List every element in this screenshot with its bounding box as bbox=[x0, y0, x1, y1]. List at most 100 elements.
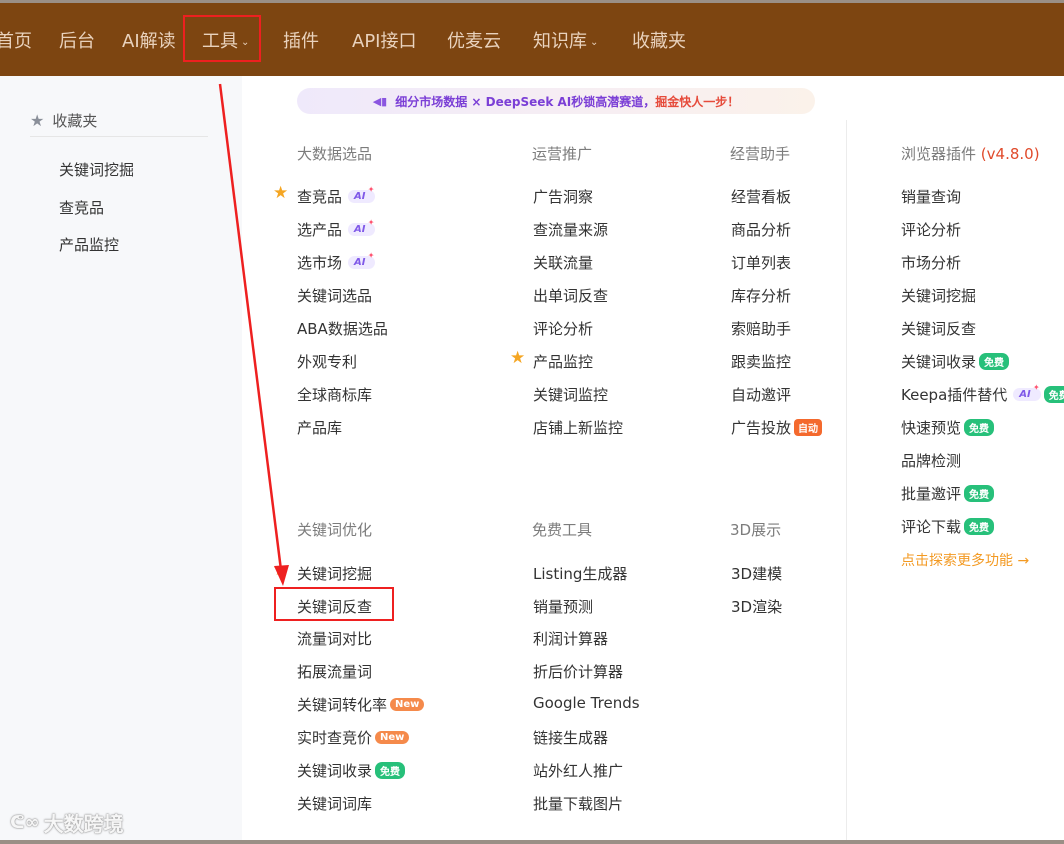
explore-more-link[interactable]: 点击探索更多功能 → bbox=[901, 550, 1029, 570]
ai-badge: AI bbox=[1013, 383, 1041, 401]
menu-item-sales-forecast[interactable]: 销量预测 bbox=[533, 596, 593, 617]
menu-item-hijack-monitor[interactable]: 跟卖监控 bbox=[731, 351, 791, 372]
nav-youmaiyun[interactable]: 优麦云 bbox=[447, 27, 501, 53]
promo-banner[interactable]: ◀▮ 细分市场数据 × DeepSeek AI秒锁高潜赛道， 掘金快人一步！ bbox=[297, 88, 815, 114]
menu-item-dashboard[interactable]: 经营看板 bbox=[731, 186, 791, 207]
menu-item-brand-check[interactable]: 品牌检测 bbox=[901, 450, 961, 471]
menu-item-keyword-library[interactable]: 关键词词库 bbox=[297, 793, 372, 814]
free-badge: 免费 bbox=[964, 518, 995, 535]
plugin-version: (v4.8.0) bbox=[980, 145, 1040, 163]
menu-item-3d-render[interactable]: 3D渲染 bbox=[731, 596, 782, 617]
menu-item-select-market[interactable]: 选市场 AI bbox=[297, 251, 376, 273]
menu-item-profit-calculator[interactable]: 利润计算器 bbox=[533, 628, 608, 649]
menu-item-discount-calculator[interactable]: 折后价计算器 bbox=[533, 661, 623, 682]
annotation-box-tools bbox=[183, 15, 261, 62]
nav-api[interactable]: API接口 bbox=[352, 27, 416, 53]
menu-item-design-patent[interactable]: 外观专利 bbox=[297, 351, 357, 372]
nav-ai-interpret[interactable]: AI解读 bbox=[122, 27, 176, 53]
nav-home[interactable]: 首页 bbox=[0, 27, 32, 53]
menu-item-plugin-keyword-mining[interactable]: 关键词挖掘 bbox=[901, 285, 976, 306]
menu-item-label: 关键词收录 bbox=[297, 762, 373, 780]
menu-item-bulk-image-download[interactable]: 批量下载图片 bbox=[533, 793, 623, 814]
menu-item-label: 实时查竞价 bbox=[297, 729, 373, 747]
menu-item-google-trends[interactable]: Google Trends bbox=[533, 694, 640, 712]
favorites-sidebar bbox=[0, 76, 242, 844]
menu-item-product-analysis[interactable]: 商品分析 bbox=[731, 219, 791, 240]
menu-item-inventory-analysis[interactable]: 库存分析 bbox=[731, 285, 791, 306]
menu-item-label: 关键词收录 bbox=[901, 353, 977, 371]
section-title-3d: 3D展示 bbox=[730, 521, 782, 539]
menu-item-label: 批量邀评 bbox=[901, 485, 962, 503]
menu-item-keepa-alternative[interactable]: Keepa插件替代 AI免费 bbox=[901, 383, 1064, 405]
menu-item-traffic-source[interactable]: 查流量来源 bbox=[533, 219, 608, 240]
promo-banner-text: 细分市场数据 × DeepSeek AI秒锁高潜赛道， bbox=[395, 94, 656, 109]
menu-item-plugin-keyword-reverse[interactable]: 关键词反查 bbox=[901, 318, 976, 339]
nav-knowledge-label: 知识库 bbox=[533, 31, 587, 52]
menu-item-claim-assistant[interactable]: 索赔助手 bbox=[731, 318, 791, 339]
menu-item-auto-review-request[interactable]: 自动邀评 bbox=[731, 384, 791, 405]
menu-item-ad-placement[interactable]: 广告投放 自动 bbox=[731, 417, 823, 438]
menu-item-order-list[interactable]: 订单列表 bbox=[731, 252, 791, 273]
menu-item-listing-generator[interactable]: Listing生成器 bbox=[533, 563, 627, 584]
menu-item-label: 评论下载 bbox=[901, 518, 962, 536]
menu-item-plugin-keyword-index[interactable]: 关键词收录 免费 bbox=[901, 351, 1010, 372]
menu-item-keyword-index[interactable]: 关键词收录 免费 bbox=[297, 760, 406, 781]
column-divider bbox=[846, 120, 847, 840]
plugin-title-label: 浏览器插件 bbox=[901, 145, 977, 163]
menu-item-ad-insight[interactable]: 广告洞察 bbox=[533, 186, 593, 207]
sidebar-item-keyword-mining[interactable]: 关键词挖掘 bbox=[59, 159, 134, 180]
favorites-header: ★ 收藏夹 bbox=[30, 110, 97, 131]
free-badge: 免费 bbox=[1043, 386, 1064, 403]
menu-item-label: Keepa插件替代 bbox=[901, 386, 1008, 404]
menu-item-3d-modeling[interactable]: 3D建模 bbox=[731, 563, 782, 584]
star-icon: ★ bbox=[30, 111, 45, 130]
star-icon: ★ bbox=[273, 183, 289, 203]
menu-item-influencer-promotion[interactable]: 站外红人推广 bbox=[533, 760, 623, 781]
menu-item-keyword-monitor[interactable]: 关键词监控 bbox=[533, 384, 608, 405]
watermark-text: 大数跨境 bbox=[43, 812, 124, 836]
new-badge: New bbox=[390, 698, 425, 711]
menu-item-traffic-keyword-compare[interactable]: 流量词对比 bbox=[297, 628, 372, 649]
menu-item-aba-selection[interactable]: ABA数据选品 bbox=[297, 318, 388, 339]
top-nav-bar: 首页 后台 AI解读 工具 ⌄ 插件 API接口 优麦云 知识库 ⌄ 收藏夹 bbox=[0, 0, 1064, 76]
menu-item-trademark-db[interactable]: 全球商标库 bbox=[297, 384, 372, 405]
nav-backend[interactable]: 后台 bbox=[59, 27, 95, 53]
menu-item-keyword-mining[interactable]: 关键词挖掘 bbox=[297, 563, 372, 584]
promo-banner-highlight: 掘金快人一步！ bbox=[655, 94, 740, 109]
menu-item-market-analysis[interactable]: 市场分析 bbox=[901, 252, 961, 273]
favorites-header-label: 收藏夹 bbox=[52, 112, 98, 130]
menu-item-expand-traffic-keyword[interactable]: 拓展流量词 bbox=[297, 661, 372, 682]
section-title-big-data: 大数据选品 bbox=[297, 145, 373, 163]
menu-item-bulk-review-request[interactable]: 批量邀评 免费 bbox=[901, 483, 995, 504]
nav-favorites[interactable]: 收藏夹 bbox=[632, 27, 686, 53]
menu-item-review-download[interactable]: 评论下载 免费 bbox=[901, 516, 995, 537]
star-icon: ★ bbox=[510, 348, 526, 368]
menu-item-order-keyword[interactable]: 出单词反查 bbox=[533, 285, 608, 306]
nav-knowledge-base[interactable]: 知识库 ⌄ bbox=[533, 27, 598, 53]
menu-item-related-traffic[interactable]: 关联流量 bbox=[533, 252, 593, 273]
menu-item-review-analysis[interactable]: 评论分析 bbox=[533, 318, 593, 339]
menu-item-realtime-bid[interactable]: 实时查竞价 New bbox=[297, 727, 410, 748]
star-icon: ★ bbox=[273, 560, 289, 580]
menu-item-competitor[interactable]: 查竞品 AI bbox=[297, 185, 376, 207]
menu-item-label: 关键词转化率 bbox=[297, 696, 388, 714]
section-title-browser-plugin: 浏览器插件 (v4.8.0) bbox=[901, 143, 1040, 164]
menu-item-quick-preview[interactable]: 快速预览 免费 bbox=[901, 417, 995, 438]
menu-item-keyword-conversion[interactable]: 关键词转化率 New bbox=[297, 694, 425, 715]
menu-item-product-db[interactable]: 产品库 bbox=[297, 417, 342, 438]
nav-plugins[interactable]: 插件 bbox=[283, 27, 319, 53]
sidebar-item-product-monitor[interactable]: 产品监控 bbox=[59, 234, 119, 255]
menu-item-select-product[interactable]: 选产品 AI bbox=[297, 218, 376, 240]
menu-item-link-generator[interactable]: 链接生成器 bbox=[533, 727, 608, 748]
menu-item-plugin-review-analysis[interactable]: 评论分析 bbox=[901, 219, 961, 240]
menu-item-sales-query[interactable]: 销量查询 bbox=[901, 186, 961, 207]
free-badge: 免费 bbox=[964, 485, 995, 502]
menu-item-product-monitor[interactable]: 产品监控 bbox=[533, 351, 593, 372]
bottom-border bbox=[0, 840, 1064, 844]
section-title-marketing: 运营推广 bbox=[532, 145, 593, 163]
annotation-box-keyword-reverse bbox=[274, 587, 394, 621]
sidebar-item-competitor[interactable]: 查竞品 bbox=[59, 197, 104, 218]
new-badge: New bbox=[375, 731, 410, 744]
menu-item-store-new-monitor[interactable]: 店铺上新监控 bbox=[533, 417, 623, 438]
menu-item-keyword-selection[interactable]: 关键词选品 bbox=[297, 285, 372, 306]
